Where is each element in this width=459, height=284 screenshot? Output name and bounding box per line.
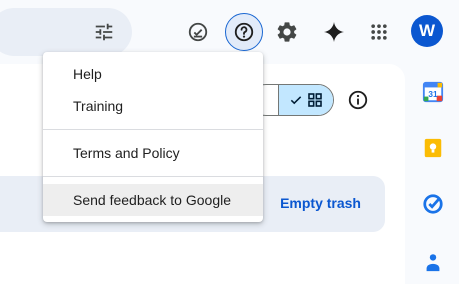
side-app-calendar[interactable]: 31 xyxy=(421,80,445,104)
details-button[interactable] xyxy=(346,88,370,112)
menu-divider xyxy=(43,176,263,177)
side-app-contacts[interactable] xyxy=(421,250,445,274)
menu-divider xyxy=(43,129,263,130)
help-button[interactable] xyxy=(225,13,263,51)
tune-icon xyxy=(95,23,113,41)
help-menu: Help Training Terms and Policy Send feed… xyxy=(43,52,263,222)
info-icon xyxy=(348,90,368,110)
keep-icon xyxy=(424,138,442,158)
grid-view-toggle[interactable] xyxy=(278,85,333,115)
side-app-tasks[interactable] xyxy=(421,192,445,216)
account-avatar[interactable]: W xyxy=(411,15,443,47)
calendar-icon: 31 xyxy=(422,81,444,103)
grid-view-icon xyxy=(308,93,322,107)
menu-item-help[interactable]: Help xyxy=(43,58,263,90)
settings-button[interactable] xyxy=(270,15,304,49)
ready-offline-button[interactable] xyxy=(181,15,215,49)
avatar-letter: W xyxy=(418,21,436,40)
calendar-day-label: 31 xyxy=(428,90,438,99)
empty-trash-button[interactable]: Empty trash xyxy=(280,195,361,211)
sparkle-icon xyxy=(324,22,344,42)
apps-button[interactable] xyxy=(362,15,396,49)
gemini-button[interactable] xyxy=(317,15,351,49)
search-options-button[interactable] xyxy=(92,20,116,44)
tasks-icon xyxy=(423,194,443,214)
menu-item-training[interactable]: Training xyxy=(43,90,263,122)
contacts-icon xyxy=(426,254,440,272)
help-icon xyxy=(234,22,254,42)
menu-item-terms-and-policy[interactable]: Terms and Policy xyxy=(43,137,263,169)
apps-grid-icon xyxy=(371,24,387,40)
side-app-keep[interactable] xyxy=(421,136,445,160)
menu-item-send-feedback[interactable]: Send feedback to Google xyxy=(43,184,263,216)
gear-icon xyxy=(277,22,297,42)
check-icon xyxy=(290,96,302,105)
check-circle-icon xyxy=(188,22,208,42)
